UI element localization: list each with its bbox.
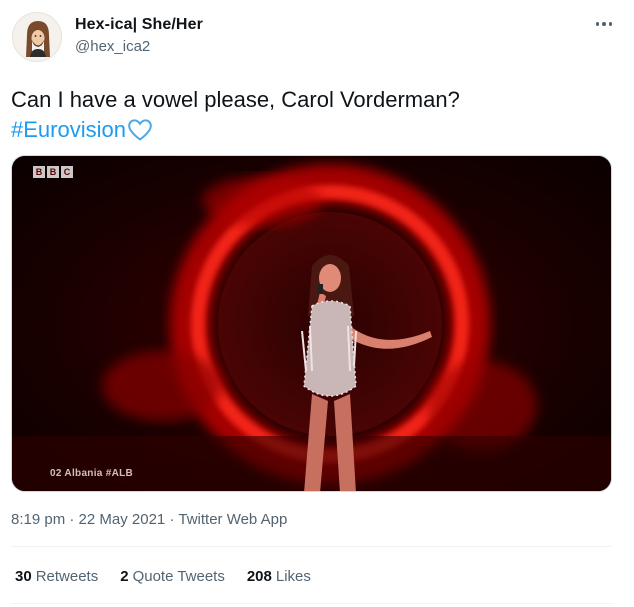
meta-separator: · (169, 511, 175, 528)
retweets-link[interactable]: 30 Retweets (15, 568, 98, 585)
quote-tweets-label: Quote Tweets (132, 568, 225, 585)
retweets-count: 30 (15, 568, 32, 585)
retweets-label: Retweets (35, 568, 99, 585)
avatar-illustration (13, 13, 61, 61)
tweet-body: Can I have a vowel please, Carol Vorderm… (11, 87, 460, 112)
likes-count: 208 (246, 568, 272, 585)
tweet-stats: 30 Retweets 2 Quote Tweets 208 Likes (15, 568, 311, 585)
divider (11, 546, 611, 547)
likes-link[interactable]: 208 Likes (247, 568, 311, 585)
bbc-logo: B B C (33, 166, 73, 178)
performance-photo (12, 156, 611, 491)
divider (11, 603, 611, 604)
light-blue-heart-icon (127, 118, 153, 150)
tweet-date[interactable]: 22 May 2021 (79, 511, 166, 528)
tweet-source[interactable]: Twitter Web App (178, 511, 287, 528)
tweet-time[interactable]: 8:19 pm (11, 511, 65, 528)
meta-separator: · (69, 511, 75, 528)
quote-tweets-link[interactable]: 2 Quote Tweets (120, 568, 225, 585)
hashtag-link[interactable]: #Eurovision (11, 117, 126, 142)
user-handle[interactable]: @hex_ica2 (75, 38, 150, 55)
tweet-card: Hex-ica| She/Her @hex_ica2 Can I have a … (0, 0, 634, 607)
quote-tweets-count: 2 (120, 568, 129, 585)
avatar[interactable] (12, 12, 62, 62)
broadcast-caption: 02 Albania #ALB (50, 468, 134, 479)
tweet-text: Can I have a vowel please, Carol Vorderm… (11, 85, 611, 150)
more-options-icon[interactable] (592, 14, 616, 34)
tweet-meta: 8:19 pm · 22 May 2021 · Twitter Web App (11, 511, 287, 528)
likes-label: Likes (275, 568, 311, 585)
bbc-logo-letter: B (33, 166, 45, 178)
bbc-logo-letter: B (47, 166, 59, 178)
display-name[interactable]: Hex-ica| She/Her (75, 16, 203, 34)
tweet-image[interactable]: B B C 02 Albania #ALB (11, 155, 612, 492)
bbc-logo-letter: C (61, 166, 73, 178)
